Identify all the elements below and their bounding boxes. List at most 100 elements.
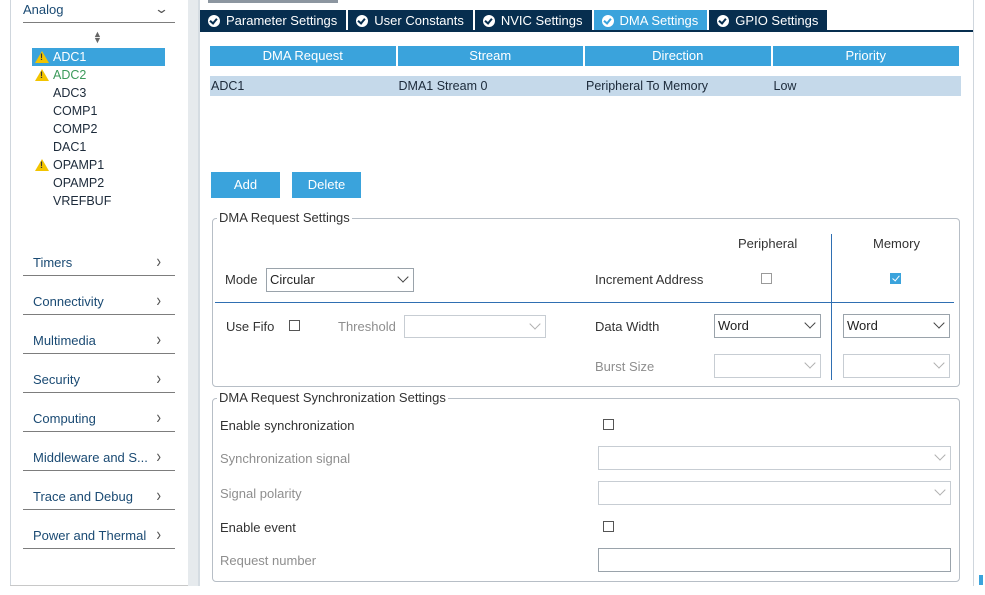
scrollbar-thumb[interactable] xyxy=(979,575,983,585)
table-row[interactable]: ADC1 DMA1 Stream 0 Peripheral To Memory Low xyxy=(210,76,961,96)
category-trace-and-debug[interactable]: Trace and Debug › xyxy=(23,485,175,510)
peripheral-increment-checkbox[interactable] xyxy=(761,273,772,284)
enable-sync-checkbox[interactable] xyxy=(603,419,614,430)
category-security[interactable]: Security › xyxy=(23,368,175,393)
category-timers[interactable]: Timers › xyxy=(23,251,175,276)
warning-icon xyxy=(35,159,49,171)
threshold-label: Threshold xyxy=(338,319,396,334)
table-cell: Peripheral To Memory xyxy=(586,79,709,93)
tab-label: GPIO Settings xyxy=(735,12,819,28)
category-label: Multimedia xyxy=(33,333,96,348)
analog-item-adc2[interactable]: ADC2 xyxy=(32,66,165,84)
request-number-input[interactable] xyxy=(598,548,951,572)
check-circle-icon xyxy=(717,14,730,27)
add-button[interactable]: Add xyxy=(211,172,280,198)
dma-request-settings-legend: DMA Request Settings xyxy=(217,210,352,225)
category-label: Connectivity xyxy=(33,294,104,309)
tab-label: DMA Settings xyxy=(619,12,699,28)
tab-nvic-settings[interactable]: NVIC Settings xyxy=(474,10,592,31)
peripheral-burst-size-select[interactable] xyxy=(714,354,821,378)
memory-increment-checkbox[interactable] xyxy=(890,273,901,284)
tab-gpio-settings[interactable]: GPIO Settings xyxy=(709,10,828,31)
mode-label: Mode xyxy=(225,272,258,287)
peripheral-data-width-select[interactable]: Word xyxy=(714,314,821,338)
category-label: Computing xyxy=(33,411,96,426)
tab-user-constants[interactable]: User Constants xyxy=(348,10,473,31)
category-analog-label: Analog xyxy=(23,2,64,17)
chevron-down-icon xyxy=(933,357,945,369)
dma-request-table: DMA Request Stream Direction Priority ADC1 D… xyxy=(210,46,961,96)
chevron-right-icon: › xyxy=(156,367,161,389)
check-circle-icon xyxy=(208,14,220,27)
category-multimedia[interactable]: Multimedia › xyxy=(23,329,175,354)
analog-item-adc1[interactable]: ADC1 xyxy=(32,48,165,66)
category-label: Trace and Debug xyxy=(33,489,133,504)
peripheral-data-width-value: Word xyxy=(718,318,749,333)
column-header[interactable]: Direction xyxy=(585,46,771,66)
category-label: Power and Thermal xyxy=(33,528,147,543)
analog-item-label: VREFBUF xyxy=(53,194,112,208)
left-border xyxy=(10,0,11,586)
column-header[interactable]: DMA Request xyxy=(210,46,396,66)
analog-item-label: OPAMP1 xyxy=(53,158,105,172)
chevron-right-icon: › xyxy=(156,523,161,545)
memory-data-width-select[interactable]: Word xyxy=(843,314,950,338)
sort-icon[interactable]: ▲ ▼ xyxy=(93,30,102,45)
chevron-down-icon xyxy=(934,449,946,461)
panel-splitter[interactable] xyxy=(188,0,198,586)
mode-select[interactable]: Circular xyxy=(266,268,414,292)
enable-event-label: Enable event xyxy=(220,520,296,535)
sync-signal-select[interactable] xyxy=(598,446,951,470)
tab-label: NVIC Settings xyxy=(500,12,583,28)
data-width-label: Data Width xyxy=(595,319,660,334)
category-power-and-thermal[interactable]: Power and Thermal › xyxy=(23,524,175,549)
threshold-select[interactable] xyxy=(404,315,546,338)
use-fifo-checkbox[interactable] xyxy=(289,320,300,331)
analog-item-label: COMP2 xyxy=(53,122,98,136)
analog-item-opamp2[interactable]: OPAMP2 xyxy=(32,174,165,192)
category-analog[interactable]: Analog ⌄ xyxy=(23,0,175,23)
analog-item-label: OPAMP2 xyxy=(53,176,105,190)
category-connectivity[interactable]: Connectivity › xyxy=(23,290,175,315)
chevron-right-icon: › xyxy=(156,328,161,350)
memory-data-width-value: Word xyxy=(847,318,878,333)
tab-label: Parameter Settings xyxy=(226,12,338,28)
peripheral-header: Peripheral xyxy=(738,236,798,251)
signal-polarity-select[interactable] xyxy=(598,481,951,505)
tab-underline xyxy=(200,30,973,32)
table-cell: ADC1 xyxy=(211,79,245,93)
chevron-down-icon: ⌄ xyxy=(153,1,170,16)
right-border xyxy=(973,0,974,586)
column-header[interactable]: Priority xyxy=(772,46,959,66)
chevron-down-icon xyxy=(804,317,816,329)
mode-value: Circular xyxy=(270,272,315,287)
column-header[interactable]: Stream xyxy=(397,46,583,66)
chevron-down-icon xyxy=(804,357,816,369)
category-computing[interactable]: Computing › xyxy=(23,407,175,432)
memory-header: Memory xyxy=(873,236,920,251)
category-label: Security xyxy=(33,372,80,387)
analog-item-label: ADC2 xyxy=(53,68,87,82)
analog-item-adc3[interactable]: ADC3 xyxy=(32,84,165,102)
category-label: Middleware and S... xyxy=(33,450,148,465)
analog-item-vrefbuf[interactable]: VREFBUF xyxy=(32,192,165,210)
delete-button[interactable]: Delete xyxy=(292,172,361,198)
warning-icon xyxy=(35,69,49,81)
tab-parameter-settings[interactable]: Parameter Settings xyxy=(200,10,347,31)
analog-item-comp1[interactable]: COMP1 xyxy=(32,102,165,120)
table-header: DMA Request Stream Direction Priority xyxy=(210,46,961,66)
use-fifo-label: Use Fifo xyxy=(226,319,275,334)
bottom-divider xyxy=(10,585,188,586)
chevron-down-icon xyxy=(529,318,541,330)
analog-item-opamp1[interactable]: OPAMP1 xyxy=(32,156,165,174)
memory-burst-size-select[interactable] xyxy=(843,354,950,378)
enable-event-checkbox[interactable] xyxy=(603,521,614,532)
dma-sync-settings-legend: DMA Request Synchronization Settings xyxy=(217,390,448,405)
chevron-right-icon: › xyxy=(156,289,161,311)
analog-item-dac1[interactable]: DAC1 xyxy=(32,138,165,156)
analog-item-comp2[interactable]: COMP2 xyxy=(32,120,165,138)
chevron-right-icon: › xyxy=(156,445,161,467)
tab-dma-settings[interactable]: DMA Settings xyxy=(593,10,708,31)
table-body: ADC1 DMA1 Stream 0 Peripheral To Memory Low xyxy=(210,76,961,96)
category-middleware-and-s[interactable]: Middleware and S... › xyxy=(23,446,175,471)
